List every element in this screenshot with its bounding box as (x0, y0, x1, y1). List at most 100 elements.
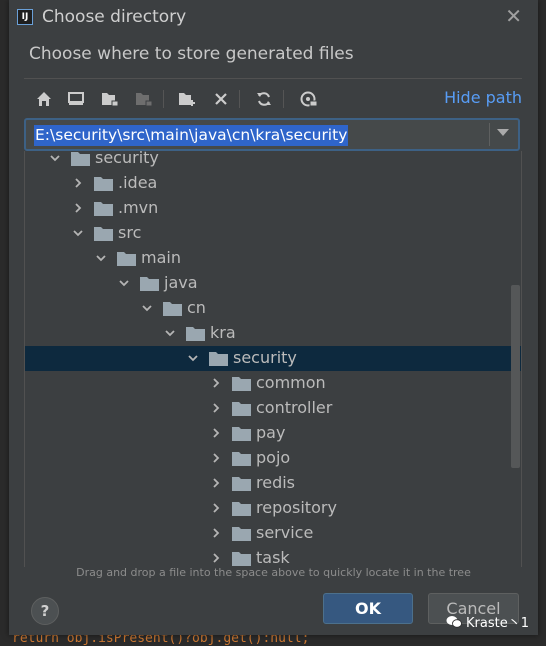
tree-row[interactable]: common (25, 371, 521, 396)
tree-row[interactable]: security (25, 346, 521, 371)
path-input[interactable]: E:\security\src\main\java\cn\kra\securit… (24, 118, 520, 151)
refresh-icon[interactable] (253, 88, 275, 110)
background-code-line: return obj.isPresent()?obj.get():null; (12, 635, 310, 646)
chevron-right-icon[interactable] (210, 477, 222, 489)
intellij-app-icon: IJ (17, 9, 33, 25)
tree-row-label: security (233, 348, 297, 367)
tree-row[interactable]: main (25, 246, 521, 271)
tree-row-label: service (256, 523, 314, 542)
folder-icon (163, 302, 182, 316)
tree-scrollbar[interactable] (511, 285, 520, 468)
folder-icon (71, 152, 90, 166)
chevron-down-icon[interactable] (164, 327, 176, 339)
toolbar-separator (163, 90, 164, 108)
tree-row-label: .mvn (118, 198, 159, 217)
ok-button[interactable]: OK (323, 593, 413, 624)
folder-icon (94, 227, 113, 241)
tree-row[interactable]: service (25, 521, 521, 546)
toolbar-separator (283, 90, 284, 108)
tree-row-label: security (95, 151, 159, 167)
chevron-down-icon[interactable] (141, 302, 153, 314)
folder-icon (232, 527, 251, 541)
folder-icon (232, 477, 251, 491)
project-folder-icon[interactable] (99, 88, 121, 110)
hide-path-link[interactable]: Hide path (444, 88, 522, 107)
home-icon[interactable] (33, 88, 55, 110)
tree-row[interactable]: task (25, 546, 521, 567)
toolbar-separator (239, 90, 240, 108)
chevron-right-icon[interactable] (210, 527, 222, 539)
chevron-down-icon[interactable] (118, 277, 130, 289)
folder-icon (232, 452, 251, 466)
tree-row-label: pojo (256, 448, 291, 467)
tree-row-label: kra (210, 323, 236, 342)
folder-icon (232, 402, 251, 416)
tree-row-label: controller (256, 398, 333, 417)
chevron-right-icon[interactable] (210, 377, 222, 389)
tree-row[interactable]: security (25, 151, 521, 171)
tree-row[interactable]: pay (25, 421, 521, 446)
dropdown-separator (489, 123, 490, 146)
desktop-icon[interactable] (65, 88, 87, 110)
folder-icon (232, 552, 251, 566)
choose-directory-dialog: IJ Choose directory ✕ Choose where to st… (9, 0, 538, 635)
tree-row[interactable]: redis (25, 471, 521, 496)
tree-row-label: java (164, 273, 198, 292)
tree-row[interactable]: kra (25, 321, 521, 346)
tree-row-label: main (141, 248, 181, 267)
tree-row[interactable]: java (25, 271, 521, 296)
folder-icon (232, 377, 251, 391)
tree-row[interactable]: .idea (25, 171, 521, 196)
chevron-right-icon[interactable] (210, 452, 222, 464)
module-folder-icon[interactable] (133, 88, 155, 110)
folder-icon (94, 177, 113, 191)
folder-icon (232, 427, 251, 441)
chevron-right-icon[interactable] (210, 552, 222, 564)
tree-row-label: cn (187, 298, 206, 317)
dialog-subtitle: Choose where to store generated files (29, 44, 354, 64)
divider (24, 78, 522, 79)
tree-row-label: common (256, 373, 326, 392)
show-hidden-icon[interactable] (298, 88, 320, 110)
dialog-titlebar[interactable]: IJ Choose directory ✕ (9, 0, 538, 34)
folder-icon (232, 502, 251, 516)
chevron-down-icon[interactable] (497, 129, 509, 136)
tree-row[interactable]: controller (25, 396, 521, 421)
wechat-icon (446, 616, 462, 628)
tree-row[interactable]: cn (25, 296, 521, 321)
editor-background-code: return obj.isPresent()?obj.get():null; (0, 635, 546, 646)
chevron-right-icon[interactable] (72, 177, 84, 189)
tree-row-label: task (256, 548, 290, 567)
chevron-right-icon[interactable] (210, 502, 222, 514)
editor-background-right (538, 0, 546, 646)
wechat-watermark: Kraste丶1 (446, 612, 529, 631)
tree-row[interactable]: .mvn (25, 196, 521, 221)
chevron-down-icon[interactable] (95, 252, 107, 264)
tree-row[interactable]: src (25, 221, 521, 246)
tree-row-label: redis (256, 473, 296, 492)
drag-drop-hint: Drag and drop a file into the space abov… (76, 566, 471, 579)
chevron-right-icon[interactable] (210, 402, 222, 414)
chevron-down-icon[interactable] (187, 352, 199, 364)
tree-row-label: repository (256, 498, 337, 517)
chevron-right-icon[interactable] (210, 427, 222, 439)
tree-row-label: .idea (118, 173, 158, 192)
new-folder-icon[interactable] (176, 88, 198, 110)
delete-icon[interactable] (210, 88, 232, 110)
tree-row[interactable]: pojo (25, 446, 521, 471)
tree-row-label: pay (256, 423, 286, 442)
tree-row[interactable]: repository (25, 496, 521, 521)
chevron-down-icon[interactable] (72, 227, 84, 239)
watermark-text: Kraste丶1 (466, 616, 529, 631)
close-icon[interactable]: ✕ (505, 4, 522, 28)
path-input-value[interactable]: E:\security\src\main\java\cn\kra\securit… (34, 125, 349, 146)
folder-icon (209, 352, 228, 366)
chevron-right-icon[interactable] (72, 202, 84, 214)
chevron-down-icon[interactable] (49, 152, 61, 164)
folder-icon (94, 202, 113, 216)
help-button[interactable]: ? (31, 597, 59, 625)
folder-icon (186, 327, 205, 341)
directory-tree[interactable]: security .idea .mvn src main java cn kra securit… (24, 151, 522, 567)
editor-background-left (0, 0, 9, 646)
tree-row-label: src (118, 223, 142, 242)
